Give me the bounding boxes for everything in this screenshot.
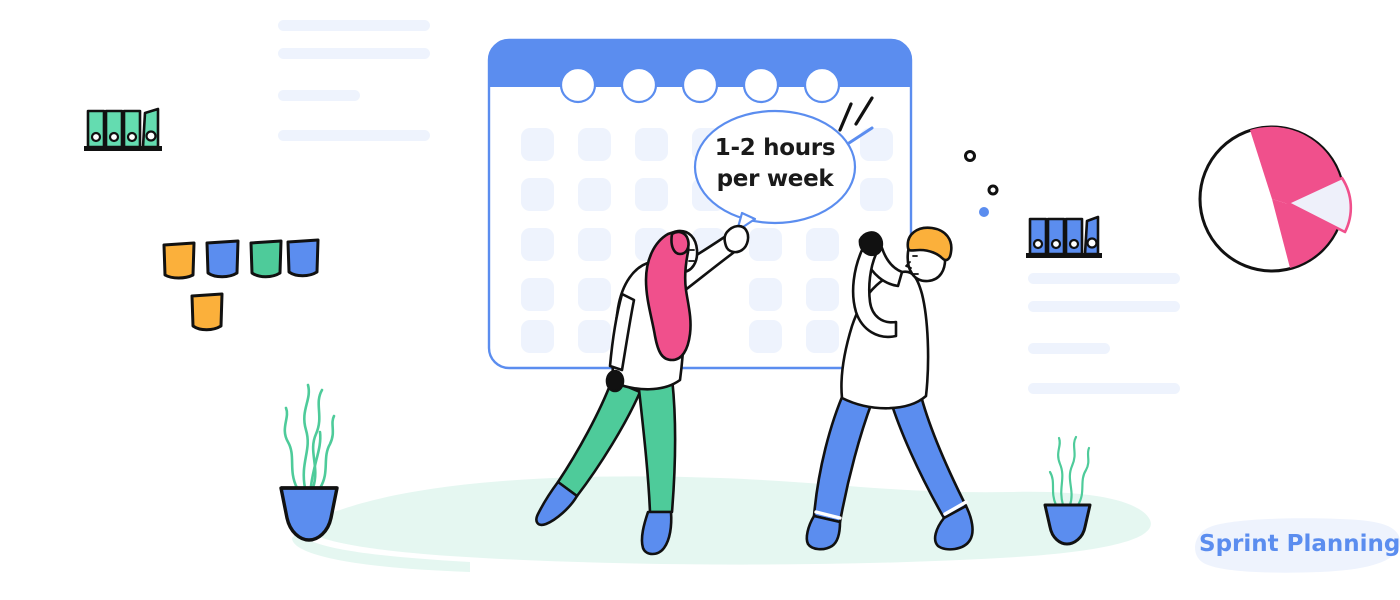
illustration-canvas: 1-2 hours per week Sprint Planning xyxy=(0,0,1400,600)
sprint-planning-tag[interactable] xyxy=(0,0,1400,600)
tag-label[interactable]: Sprint Planning xyxy=(1199,531,1400,557)
